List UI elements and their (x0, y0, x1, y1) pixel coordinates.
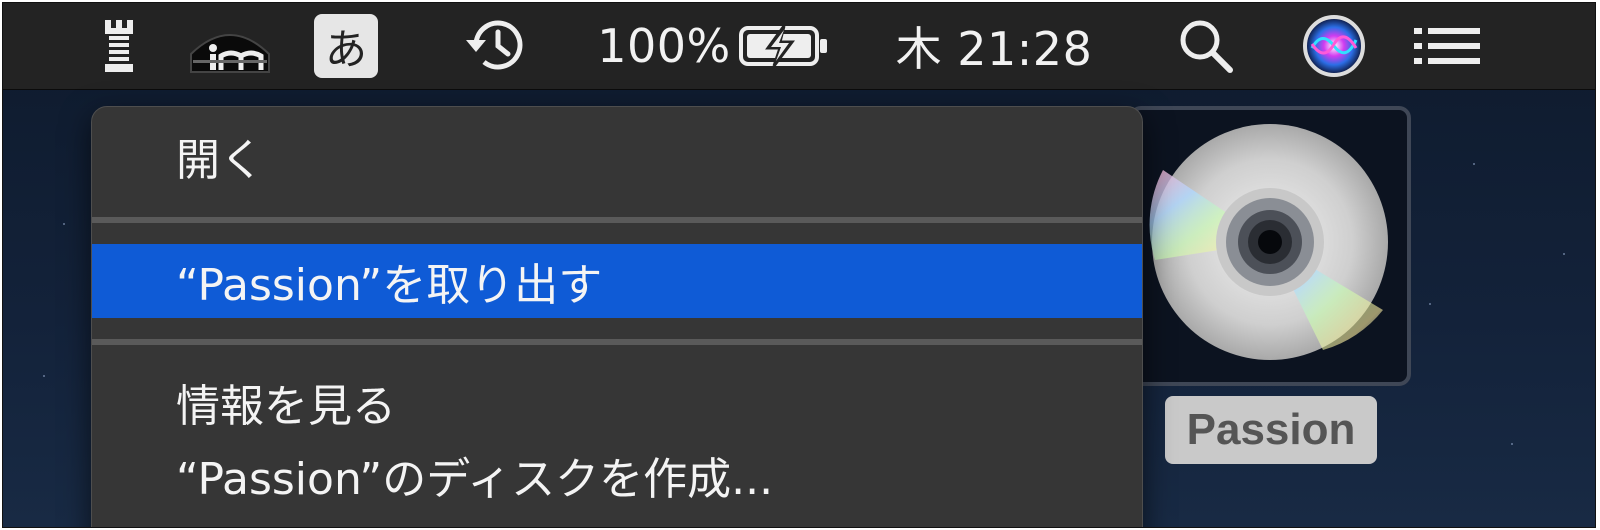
input-method-icon[interactable]: あ (313, 3, 379, 89)
clock[interactable]: 木 21:28 (889, 3, 1099, 89)
menu-item-eject-label: “Passion”を取り出す (176, 260, 603, 311)
input-method-label: あ (314, 14, 378, 78)
menu-bar: あ 100% 木 21:28 (3, 3, 1595, 90)
menu-item-open-label: 開く (176, 135, 264, 186)
menu-item-burn-disc[interactable]: “Passion”のディスクを作成... (92, 438, 1142, 512)
context-menu: 開く “Passion”を取り出す 情報を見る “Passion”のディスクを作… (91, 106, 1143, 527)
battery-charging-icon[interactable] (737, 3, 831, 89)
menu-separator (92, 217, 1142, 223)
siri-icon[interactable] (1299, 3, 1369, 89)
menu-separator (92, 339, 1142, 345)
battery-percent: 100% (597, 19, 731, 73)
rook-icon[interactable] (91, 3, 147, 89)
disk-name-label[interactable]: Passion (1165, 396, 1377, 464)
menu-item-burn-disc-label: “Passion”のディスクを作成... (176, 454, 774, 505)
notification-center-icon[interactable] (1407, 3, 1487, 89)
search-icon[interactable] (1173, 3, 1239, 89)
time-machine-icon[interactable] (455, 3, 535, 89)
menu-item-open[interactable]: 開く (92, 119, 1142, 193)
cd-disc-icon (1149, 124, 1388, 360)
menu-item-get-info[interactable]: 情報を見る (92, 365, 1142, 439)
app-logo-icon[interactable] (187, 3, 273, 89)
desktop: あ 100% 木 21:28 Passion 開く “Passion”を取り出す… (2, 2, 1596, 528)
menu-item-eject[interactable]: “Passion”を取り出す (92, 244, 1142, 318)
disk-icon-tile[interactable] (1129, 106, 1411, 386)
menu-item-get-info-label: 情報を見る (176, 381, 396, 432)
